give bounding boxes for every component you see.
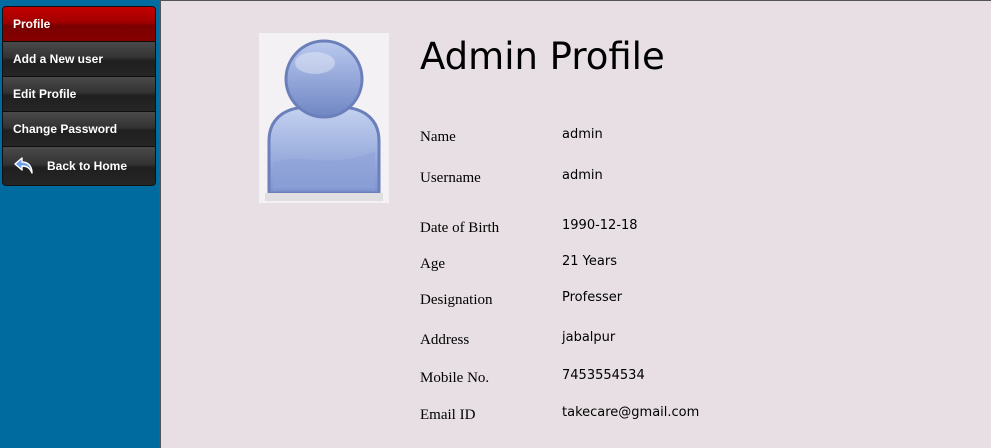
user-silhouette-icon: [259, 33, 389, 203]
field-value: admin: [562, 127, 603, 142]
sidebar-item-change-password[interactable]: Change Password: [3, 112, 155, 147]
field-value: 7453554534: [562, 368, 645, 383]
field-label: Name: [420, 129, 456, 145]
sidebar-item-label: Back to Home: [47, 159, 128, 173]
field-label: Mobile No.: [420, 370, 490, 386]
field-value: Professer: [562, 290, 623, 305]
sidebar-item-label: Change Password: [13, 122, 118, 136]
field-value: jabalpur: [562, 330, 616, 345]
profile-panel: Admin Profile Name admin Username admin …: [159, 0, 991, 448]
page-title: Admin Profile: [420, 35, 665, 78]
sidebar-nav: Profile Add a New user Edit Profile Chan…: [2, 6, 156, 186]
back-arrow-icon: [13, 156, 35, 176]
field-label: Date of Birth: [420, 220, 500, 236]
field-value: 21 Years: [562, 254, 617, 269]
field-value: admin: [562, 168, 603, 183]
field-label: Email ID: [420, 407, 476, 423]
sidebar-item-label: Edit Profile: [13, 87, 77, 101]
sidebar-item-add-new-user[interactable]: Add a New user: [3, 42, 155, 77]
sidebar-item-back-to-home[interactable]: Back to Home: [3, 147, 155, 185]
field-label: Address: [420, 332, 470, 348]
field-label: Designation: [420, 292, 493, 308]
field-label: Username: [420, 170, 481, 186]
sidebar-item-edit-profile[interactable]: Edit Profile: [3, 77, 155, 112]
sidebar-item-label: Add a New user: [13, 52, 104, 66]
sidebar-item-profile[interactable]: Profile: [3, 7, 155, 42]
field-value: takecare@gmail.com: [562, 405, 700, 420]
field-value: 1990-12-18: [562, 218, 638, 233]
sidebar-item-label: Profile: [13, 17, 51, 31]
field-label: Age: [420, 256, 445, 272]
